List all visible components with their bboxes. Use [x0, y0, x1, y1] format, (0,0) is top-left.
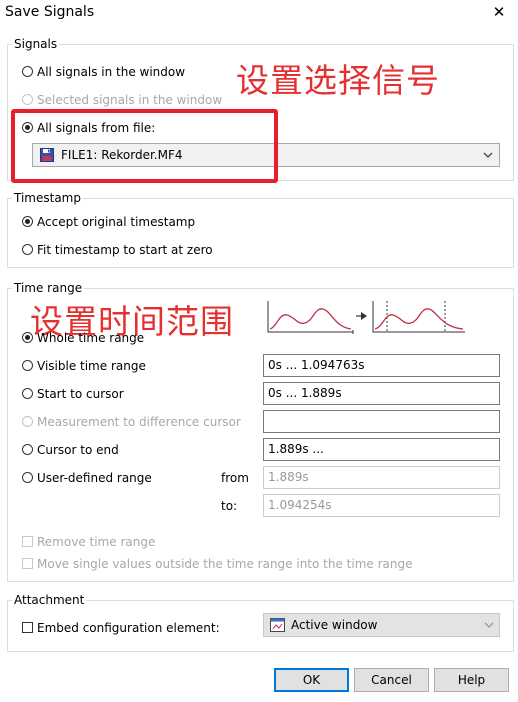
label-measurement-cursor: Measurement to difference cursor [37, 415, 241, 429]
radio-user-defined-range[interactable] [22, 472, 33, 483]
time-range-legend: Time range [12, 281, 85, 295]
window-title: Save Signals [5, 4, 95, 20]
signals-annotation: 设置选择信号 [236, 61, 440, 100]
label-fit-timestamp[interactable]: Fit timestamp to start at zero [37, 243, 213, 257]
to-field[interactable]: 1.094254s [263, 494, 500, 517]
attachment-select-value: Active window [291, 618, 378, 632]
label-embed-config[interactable]: Embed configuration element: [37, 621, 220, 635]
checkbox-embed-config[interactable] [22, 622, 33, 633]
radio-accept-timestamp[interactable] [22, 216, 33, 227]
label-to: to: [221, 499, 238, 513]
checkbox-remove-time-range [22, 536, 33, 547]
label-remove-time-range: Remove time range [37, 535, 156, 549]
label-whole-time-range[interactable]: Whole time range [37, 331, 144, 345]
radio-measurement-cursor [22, 416, 33, 427]
window-icon [270, 618, 285, 632]
label-visible-time-range[interactable]: Visible time range [37, 359, 146, 373]
label-selected-signals: Selected signals in the window [37, 93, 223, 107]
attachment-select[interactable]: Active window [263, 613, 500, 637]
checkbox-move-single-values [22, 558, 33, 569]
start-to-cursor-field[interactable]: 0s ... 1.889s [263, 382, 500, 405]
cursor-to-end-field[interactable]: 1.889s ... [263, 438, 500, 461]
label-all-signals-window[interactable]: All signals in the window [37, 65, 185, 79]
radio-cursor-to-end[interactable] [22, 444, 33, 455]
time-range-illustration [265, 299, 469, 337]
highlight-box [11, 109, 278, 183]
signals-legend: Signals [12, 37, 60, 51]
radio-fit-timestamp[interactable] [22, 244, 33, 255]
label-from: from [221, 471, 249, 485]
timestamp-group [7, 198, 514, 268]
radio-visible-time-range[interactable] [22, 360, 33, 371]
ok-button[interactable]: OK [274, 668, 349, 692]
measurement-cursor-field [263, 410, 500, 433]
radio-selected-signals [22, 94, 33, 105]
radio-whole-time-range[interactable] [22, 332, 33, 343]
radio-all-signals-window[interactable] [22, 66, 33, 77]
label-start-to-cursor[interactable]: Start to cursor [37, 387, 124, 401]
attachment-legend: Attachment [12, 593, 87, 607]
close-icon[interactable]: ✕ [490, 3, 508, 21]
visible-time-range-field[interactable]: 0s ... 1.094763s [263, 354, 500, 377]
cancel-button[interactable]: Cancel [354, 668, 429, 692]
label-user-defined-range[interactable]: User-defined range [37, 471, 152, 485]
timestamp-legend: Timestamp [12, 191, 83, 205]
radio-start-to-cursor[interactable] [22, 388, 33, 399]
chevron-down-icon [484, 622, 494, 628]
label-accept-timestamp[interactable]: Accept original timestamp [37, 215, 195, 229]
label-cursor-to-end[interactable]: Cursor to end [37, 443, 119, 457]
chevron-down-icon [483, 152, 493, 158]
help-button[interactable]: Help [434, 668, 509, 692]
from-field[interactable]: 1.889s [263, 466, 500, 489]
label-move-single-values: Move single values outside the time rang… [37, 557, 413, 571]
